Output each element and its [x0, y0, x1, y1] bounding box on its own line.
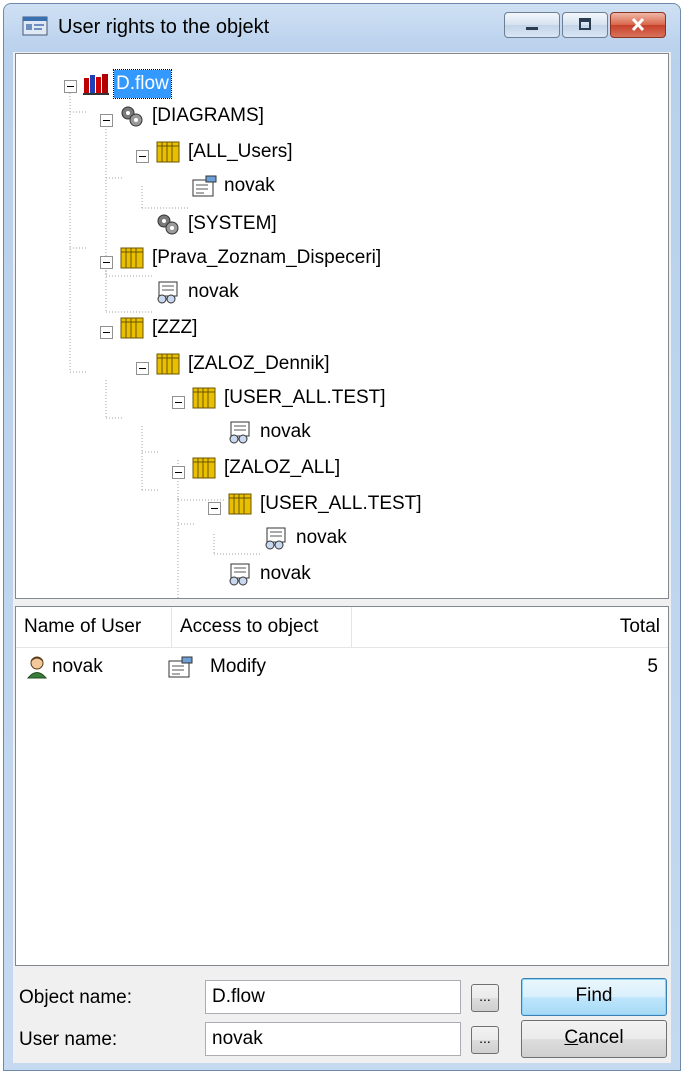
tree-node-label: novak [260, 421, 311, 442]
window-app-icon [22, 16, 48, 36]
gears-icon [121, 106, 143, 127]
books-folder-icon [228, 493, 252, 515]
tree-node-label: [DIAGRAMS] [152, 105, 264, 126]
close-button[interactable] [610, 12, 666, 38]
maximize-icon [579, 18, 591, 30]
tree-node-label: [ZZZ] [152, 317, 198, 338]
tree-node-label: [ZALOZ_ALL] [224, 457, 341, 478]
tree-node-label: [SYSTEM] [188, 213, 277, 234]
database-books-icon [83, 74, 109, 95]
list-cell-total: 5 [647, 656, 658, 677]
object-name-label: Object name: [19, 987, 132, 1008]
read-rights-icon [265, 527, 286, 550]
user-rights-window: User rights to the objekt D.flow [DIAGRA… [3, 3, 681, 1071]
tree-collapse-toggle[interactable] [172, 396, 185, 409]
find-button[interactable]: Find [521, 978, 667, 1016]
object-name-browse-button[interactable]: ... [471, 984, 499, 1012]
minimize-button[interactable] [504, 12, 560, 38]
gears-icon [157, 214, 179, 235]
object-name-input[interactable]: D.flow [205, 980, 461, 1014]
tree-node-label: novak [296, 527, 347, 548]
user-name-browse-button[interactable]: ... [471, 1026, 499, 1054]
tree-collapse-toggle[interactable] [100, 256, 113, 269]
cancel-button[interactable]: Cancel [521, 1020, 667, 1058]
read-rights-icon [157, 281, 178, 304]
title-bar[interactable]: User rights to the objekt [4, 4, 680, 52]
read-rights-icon [229, 421, 250, 444]
column-header-user[interactable]: Name of User [16, 607, 172, 647]
tree-collapse-toggle[interactable] [100, 114, 113, 127]
user-name-label: User name: [19, 1029, 118, 1050]
window-title: User rights to the objekt [58, 16, 270, 38]
list-cell-user: novak [52, 656, 103, 677]
tree-collapse-toggle[interactable] [208, 502, 221, 515]
tree-collapse-toggle[interactable] [136, 150, 149, 163]
tree-node-label: [ZALOZ_Dennik] [188, 353, 330, 374]
modify-rights-icon [168, 656, 193, 678]
tree-node-label: [ALL_Users] [188, 141, 293, 162]
object-tree[interactable]: D.flow [DIAGRAMS] [ALL_Users] novak [SYS… [15, 53, 669, 599]
tree-collapse-toggle[interactable] [100, 326, 113, 339]
tree-node-label: novak [260, 563, 311, 584]
tree-node-label: novak [224, 175, 275, 196]
read-rights-icon [229, 563, 250, 586]
tree-collapse-toggle[interactable] [136, 362, 149, 375]
dialog-client-area: D.flow [DIAGRAMS] [ALL_Users] novak [SYS… [13, 52, 671, 1063]
tree-node-label: [USER_ALL.TEST] [224, 387, 386, 408]
column-header-total[interactable]: Total [352, 607, 668, 647]
modify-rights-icon [192, 175, 217, 197]
close-icon [631, 17, 645, 32]
list-cell-access: Modify [210, 656, 266, 677]
books-folder-icon [156, 353, 180, 375]
tree-node-label: [USER_ALL.TEST] [260, 493, 422, 514]
maximize-button[interactable] [562, 12, 608, 38]
books-folder-icon [192, 457, 216, 479]
tree-collapse-toggle[interactable] [64, 80, 77, 93]
books-folder-icon [192, 387, 216, 409]
books-folder-icon [120, 317, 144, 339]
minimize-icon [526, 27, 538, 30]
column-header-access[interactable]: Access to object [172, 607, 352, 647]
books-folder-icon [156, 141, 180, 163]
tree-node-label: novak [188, 281, 239, 302]
user-name-input[interactable]: novak [205, 1022, 461, 1056]
tree-collapse-toggle[interactable] [172, 466, 185, 479]
user-access-list[interactable]: Name of User Access to object Total nova… [15, 606, 669, 966]
list-item[interactable]: novak Modify 5 [16, 651, 668, 683]
tree-node-label: [Prava_Zoznam_Dispeceri] [152, 247, 382, 268]
list-header: Name of User Access to object Total [16, 607, 668, 648]
user-icon [26, 656, 48, 679]
tree-node-label: D.flow [113, 69, 172, 99]
books-folder-icon [120, 247, 144, 269]
